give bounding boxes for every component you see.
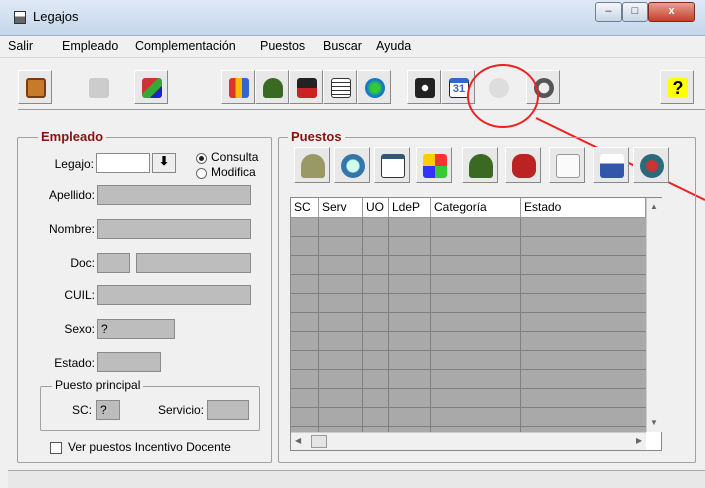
nombre-label: Nombre: <box>48 222 95 236</box>
servicio-label: Servicio: <box>157 403 204 417</box>
puestos-group-label: Puestos <box>288 129 345 144</box>
col-estado[interactable]: Estado <box>521 198 646 218</box>
status-bar <box>8 470 705 488</box>
scroll-right-arrow[interactable]: ▶ <box>636 436 642 445</box>
consulta-label: Consulta <box>211 150 259 164</box>
estado-label: Estado: <box>54 356 95 370</box>
certificate-icon <box>556 154 580 178</box>
arrows-icon <box>423 154 447 178</box>
puesto-principal-label: Puesto principal <box>52 378 144 392</box>
calendar-list-button[interactable] <box>374 147 410 183</box>
legajo-label: Legajo: <box>54 157 94 171</box>
grid-rows[interactable] <box>291 218 646 432</box>
sc-label: SC: <box>71 403 92 417</box>
computer-person-button[interactable] <box>593 147 629 183</box>
modifica-label: Modifica <box>211 165 256 179</box>
sexo-field[interactable]: ? <box>97 319 175 339</box>
col-categoria[interactable]: Categoría <box>431 198 521 218</box>
apellido-label: Apellido: <box>48 188 95 202</box>
scroll-thumb[interactable] <box>311 435 327 448</box>
col-sc[interactable]: SC <box>291 198 319 218</box>
tree-button[interactable] <box>294 147 330 183</box>
col-ldep[interactable]: LdeP <box>389 198 431 218</box>
modifica-radio[interactable] <box>196 168 207 179</box>
soldier-button-2[interactable] <box>462 147 498 183</box>
estado-field[interactable] <box>97 352 161 372</box>
scroll-left-arrow[interactable]: ◀ <box>295 436 301 445</box>
scroll-up-arrow[interactable]: ▲ <box>650 202 658 211</box>
apellido-field[interactable] <box>97 185 251 205</box>
search-button[interactable] <box>334 147 370 183</box>
sc-field[interactable]: ? <box>96 400 120 420</box>
money-bag-button[interactable] <box>505 147 541 183</box>
cuil-field[interactable] <box>97 285 251 305</box>
doc-type-field[interactable] <box>97 253 130 273</box>
certificate-button[interactable] <box>549 147 585 183</box>
search-person-button[interactable] <box>633 147 669 183</box>
scroll-down-arrow[interactable]: ▼ <box>650 418 658 427</box>
magnifier-icon <box>341 154 365 178</box>
download-icon[interactable]: ⬇ <box>152 153 176 173</box>
col-serv[interactable]: Serv <box>319 198 363 218</box>
computer-person-icon <box>600 154 624 178</box>
search-person-icon <box>640 154 664 178</box>
servicio-field[interactable] <box>207 400 249 420</box>
incentivo-checkbox[interactable] <box>50 442 62 454</box>
money-bag-icon <box>512 154 536 178</box>
arrows-button[interactable] <box>416 147 452 183</box>
horizontal-scrollbar[interactable]: ◀ ▶ <box>291 432 646 450</box>
consulta-radio[interactable] <box>196 153 207 164</box>
cuil-label: CUIL: <box>64 288 95 302</box>
nombre-field[interactable] <box>97 219 251 239</box>
legajo-input[interactable] <box>96 153 150 173</box>
doc-label: Doc: <box>70 256 95 270</box>
tree-icon <box>301 154 325 178</box>
col-uo[interactable]: UO <box>363 198 389 218</box>
empleado-group-label: Empleado <box>38 129 107 144</box>
incentivo-checkbox-label: Ver puestos Incentivo Docente <box>68 440 231 454</box>
soldier-icon <box>469 154 493 178</box>
calendar-list-icon <box>381 154 405 178</box>
puestos-grid[interactable]: SC Serv UO LdeP Categoría Estado ▲ ▼ ◀ ▶ <box>290 197 662 451</box>
vertical-scrollbar[interactable]: ▲ ▼ <box>646 198 662 432</box>
doc-number-field[interactable] <box>136 253 251 273</box>
sexo-label: Sexo: <box>64 322 95 336</box>
